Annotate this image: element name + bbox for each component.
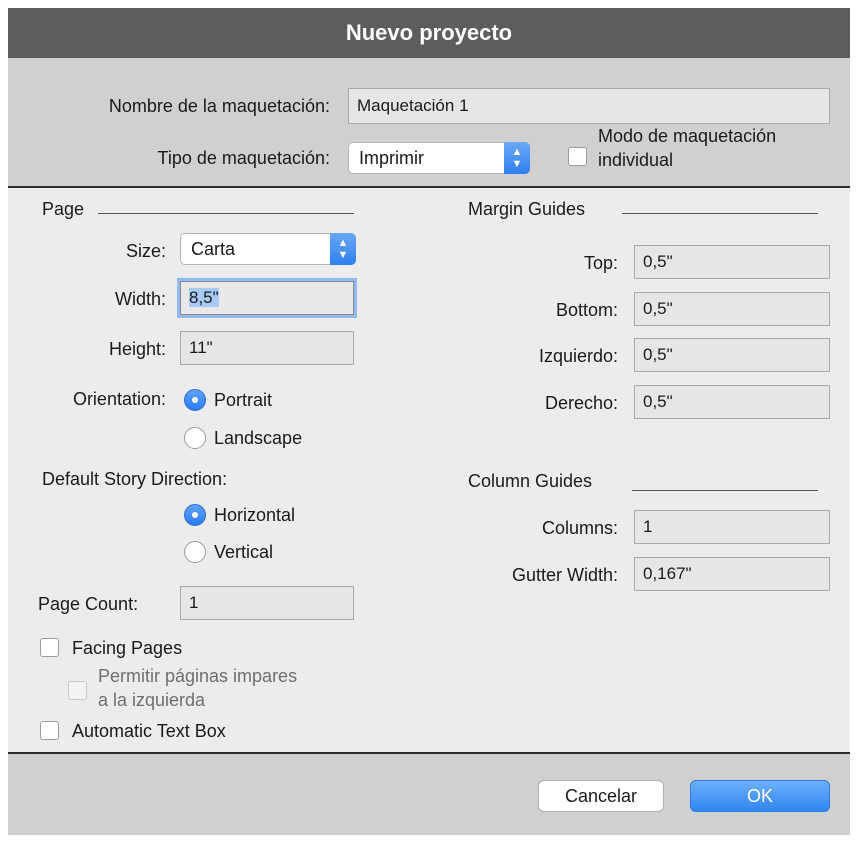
margin-left-field[interactable]: 0,5" <box>634 338 830 372</box>
margin-top-label: Top: <box>583 253 618 273</box>
chevron-up-down-icon: ▲ ▼ <box>330 233 356 265</box>
margin-bottom-field[interactable]: 0,5" <box>634 292 830 326</box>
page-count-field[interactable]: 1 <box>180 586 354 620</box>
horizontal-label[interactable]: Horizontal <box>214 505 295 526</box>
allow-odd-left-label-line2: a la izquierda <box>98 690 206 710</box>
vertical-label[interactable]: Vertical <box>214 542 273 563</box>
landscape-radio[interactable] <box>184 427 206 449</box>
column-guides-title: Column Guides <box>468 471 593 491</box>
portrait-radio[interactable] <box>184 389 206 411</box>
allow-odd-left-checkbox[interactable] <box>68 681 87 700</box>
margin-bottom-label: Bottom: <box>555 300 618 320</box>
height-field[interactable]: 11" <box>180 331 354 365</box>
layout-type-label: Tipo de maquetación: <box>157 148 330 168</box>
cancel-button[interactable]: Cancelar <box>538 780 664 812</box>
automatic-text-box-checkbox[interactable] <box>40 721 59 740</box>
single-layout-mode-label-line1: Modo de maquetación <box>598 126 777 146</box>
size-label: Size: <box>125 241 166 261</box>
new-project-dialog: Nuevo proyecto Nombre de la maquetación:… <box>8 8 850 835</box>
margin-top-field[interactable]: 0,5" <box>634 245 830 279</box>
layout-type-value: Imprimir <box>359 148 424 168</box>
margin-left-label: Izquierdo: <box>538 346 618 366</box>
story-direction-label: Default Story Direction: <box>42 469 228 489</box>
margin-right-label: Derecho: <box>544 393 618 413</box>
column-guides-divider <box>632 490 818 491</box>
vertical-radio[interactable] <box>184 541 206 563</box>
layout-type-popup[interactable]: Imprimir ▲ ▼ <box>348 142 530 174</box>
columns-label: Columns: <box>541 518 618 538</box>
facing-pages-label[interactable]: Facing Pages <box>72 638 182 659</box>
single-layout-mode-label: Modo de maquetación individual <box>598 124 776 172</box>
margin-guides-divider <box>622 213 818 214</box>
width-value: 8,5" <box>189 288 219 307</box>
single-layout-mode-label-line2: individual <box>598 150 674 170</box>
dialog-footer: Cancelar OK <box>8 752 850 835</box>
gutter-width-label: Gutter Width: <box>511 565 618 585</box>
size-value: Carta <box>191 239 236 259</box>
landscape-label[interactable]: Landscape <box>214 428 302 449</box>
columns-field[interactable]: 1 <box>634 510 830 544</box>
automatic-text-box-label[interactable]: Automatic Text Box <box>72 721 226 742</box>
margin-guides-title: Margin Guides <box>468 199 586 219</box>
page-section-divider <box>98 213 354 214</box>
chevron-up-down-icon: ▲ ▼ <box>504 142 530 174</box>
page-count-label: Page Count: <box>38 594 139 614</box>
portrait-label[interactable]: Portrait <box>214 390 272 411</box>
width-field[interactable]: 8,5" <box>180 281 354 315</box>
size-popup[interactable]: Carta ▲ ▼ <box>180 233 356 265</box>
margin-right-field[interactable]: 0,5" <box>634 385 830 419</box>
allow-odd-left-label: Permitir páginas impares a la izquierda <box>98 664 297 712</box>
page-section-title: Page <box>42 199 85 219</box>
gutter-width-field[interactable]: 0,167" <box>634 557 830 591</box>
orientation-label: Orientation: <box>72 389 166 409</box>
horizontal-radio[interactable] <box>184 504 206 526</box>
facing-pages-checkbox[interactable] <box>40 638 59 657</box>
ok-button[interactable]: OK <box>690 780 830 812</box>
allow-odd-left-label-line1: Permitir páginas impares <box>98 666 298 686</box>
height-label: Height: <box>108 339 166 359</box>
single-layout-mode-checkbox[interactable] <box>568 147 587 166</box>
layout-name-label: Nombre de la maquetación: <box>108 96 330 116</box>
layout-name-field[interactable]: Maquetación 1 <box>348 88 830 124</box>
layout-settings-band: Nombre de la maquetación: Maquetación 1 … <box>8 58 850 188</box>
width-label: Width: <box>114 289 166 309</box>
window-title: Nuevo proyecto <box>8 8 850 58</box>
